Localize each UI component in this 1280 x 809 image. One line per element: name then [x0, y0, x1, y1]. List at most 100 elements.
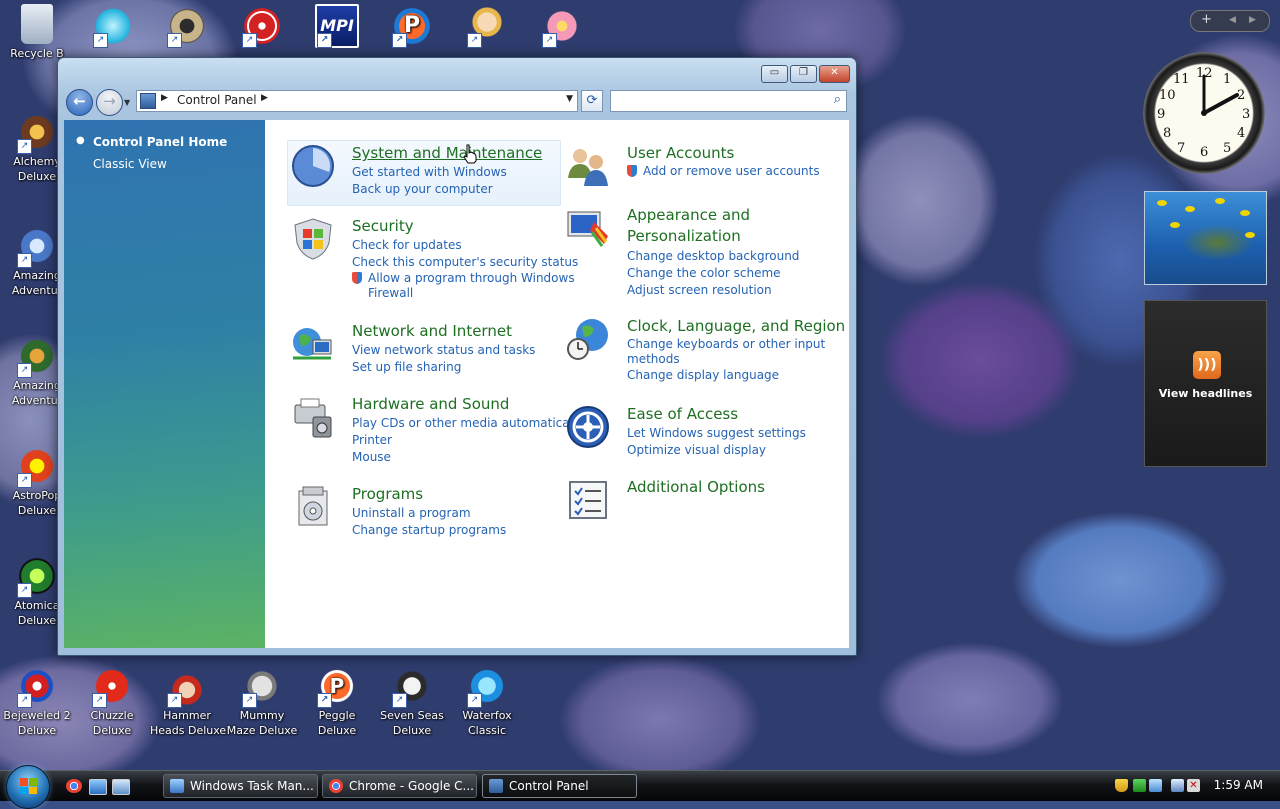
firewall-link-continued[interactable]: Firewall — [352, 286, 578, 301]
desktop-icon-hammer-heads[interactable]: ↗ Hammer Heads Deluxe — [150, 666, 227, 738]
control-panel-home-link[interactable]: Control Panel Home — [93, 135, 227, 149]
shortcut-arrow-icon: ↗ — [17, 473, 32, 488]
desktop-icon-seven-seas[interactable]: ↗ Seven Seas Deluxe — [375, 666, 449, 738]
uac-shield-icon — [352, 272, 362, 284]
add-gadget-button[interactable]: + — [1201, 11, 1212, 29]
allow-program-firewall-link[interactable]: Allow a program through Windows — [352, 271, 578, 286]
desktop-icon-chuzzle[interactable]: ↗ Chuzzle Deluxe — [75, 666, 149, 738]
maximize-button[interactable]: ❐ — [790, 65, 817, 83]
prev-gadget-icon[interactable]: ◀ — [1229, 11, 1236, 29]
slideshow-gadget[interactable] — [1144, 191, 1267, 285]
desktop-icon-p-logo[interactable]: P ↗ — [375, 6, 449, 48]
security-link[interactable]: Security — [352, 217, 414, 236]
address-dropdown-icon[interactable]: ▼ — [566, 94, 573, 104]
back-up-link[interactable]: Back up your computer — [352, 181, 507, 198]
check-for-updates-link[interactable]: Check for updates — [352, 237, 578, 254]
shortcut-arrow-icon: ↗ — [542, 33, 557, 48]
start-button[interactable] — [6, 765, 50, 809]
ease-of-access-link[interactable]: Ease of Access — [627, 405, 738, 424]
feed-headlines-gadget[interactable]: ))) View headlines — [1144, 300, 1267, 467]
category-links: Uninstall a program Change startup progr… — [352, 505, 506, 539]
classic-view-link[interactable]: Classic View — [93, 157, 167, 171]
category-view: System and Maintenance Get started with … — [265, 120, 849, 648]
show-desktop-icon[interactable] — [89, 779, 107, 795]
appearance-personalization-icon — [567, 211, 608, 247]
desktop-icon-peggle[interactable]: P ↗ Peggle Deluxe — [300, 666, 374, 738]
desktop-icon-recycle-bin[interactable]: Recycle B — [0, 4, 74, 61]
diamond-icon: ↗ — [93, 6, 133, 48]
change-keyboards-link[interactable]: Change keyboards or other input — [627, 337, 825, 352]
color-scheme-link[interactable]: Change the color scheme — [627, 265, 799, 282]
breadcrumb-separator-icon[interactable]: ▶ — [161, 93, 168, 103]
appearance-personalization-link-2[interactable]: Personalization — [627, 227, 741, 246]
programs-link[interactable]: Programs — [352, 485, 423, 504]
ease-of-access-icon — [567, 406, 609, 448]
recent-pages-dropdown[interactable]: ▼ — [124, 98, 130, 107]
display-tray-icon[interactable] — [1171, 779, 1184, 792]
additional-options-link[interactable]: Additional Options — [627, 478, 765, 497]
next-gadget-icon[interactable]: ▶ — [1249, 11, 1256, 29]
back-button[interactable]: ← — [66, 89, 93, 116]
hardware-sound-link[interactable]: Hardware and Sound — [352, 395, 509, 414]
clock-language-region-link[interactable]: Clock, Language, and Region — [627, 317, 845, 336]
system-clock[interactable]: 1:59 AM — [1214, 778, 1263, 792]
peggle-icon: P ↗ — [317, 666, 357, 708]
system-maintenance-link[interactable]: System and Maintenance — [352, 144, 542, 163]
volume-muted-tray-icon[interactable]: ✕ — [1187, 779, 1200, 792]
shortcut-arrow-icon: ↗ — [17, 693, 32, 708]
desktop-icon-flower[interactable]: ↗ — [525, 6, 599, 48]
search-box[interactable]: ⌕ — [610, 90, 847, 112]
mouse-link[interactable]: Mouse — [352, 449, 583, 466]
add-remove-accounts-link[interactable]: Add or remove user accounts — [627, 164, 820, 179]
desktop-icon-radiation[interactable]: ↗ — [225, 6, 299, 48]
view-network-status-link[interactable]: View network status and tasks — [352, 342, 535, 359]
network-tray-icon[interactable] — [1149, 779, 1162, 792]
taskbar-button-task-manager[interactable]: Windows Task Man... — [163, 774, 318, 798]
shortcut-arrow-icon: ↗ — [93, 33, 108, 48]
desktop-icon-label: Heads Deluxe — [150, 724, 227, 737]
uninstall-program-link[interactable]: Uninstall a program — [352, 505, 506, 522]
gadget-toolbar[interactable]: + ◀ ▶ — [1190, 10, 1270, 32]
user-accounts-link[interactable]: User Accounts — [627, 144, 734, 163]
change-keyboards-link-continued[interactable]: methods — [627, 352, 825, 367]
suggest-settings-link[interactable]: Let Windows suggest settings — [627, 425, 806, 442]
desktop-icon-bejeweled[interactable]: ↗ Bejeweled 2 Deluxe — [0, 666, 74, 738]
battery-tray-icon[interactable] — [1133, 779, 1146, 792]
taskbar: Windows Task Man... Chrome - Google C...… — [0, 765, 1280, 809]
shortcut-arrow-icon: ↗ — [467, 33, 482, 48]
security-status-link[interactable]: Check this computer's security status — [352, 254, 578, 271]
control-panel-window[interactable]: ▭ ❐ ✕ ← → ▼ ▶ Control Panel ▶ ▼ ⟳ ⌕ ● Co… — [57, 57, 857, 656]
address-bar[interactable]: ▶ Control Panel ▶ ▼ — [136, 90, 578, 112]
appearance-personalization-link-1[interactable]: Appearance and — [627, 206, 750, 225]
taskbar-button-chrome[interactable]: Chrome - Google C... — [322, 774, 477, 798]
taskbar-button-control-panel[interactable]: Control Panel — [482, 774, 637, 798]
minimize-button[interactable]: ▭ — [761, 65, 788, 83]
desktop-icon-diamond[interactable]: ↗ — [76, 6, 150, 48]
get-started-link[interactable]: Get started with Windows — [352, 164, 507, 181]
optimize-visual-display-link[interactable]: Optimize visual display — [627, 442, 806, 459]
printer-link[interactable]: Printer — [352, 432, 583, 449]
desktop-icon-fairy[interactable]: ↗ — [450, 6, 524, 48]
search-icon[interactable]: ⌕ — [834, 92, 841, 107]
desktop-icon-mpi[interactable]: MPI ↗ — [300, 4, 374, 50]
file-sharing-link[interactable]: Set up file sharing — [352, 359, 535, 376]
autoplay-link[interactable]: Play CDs or other media automatically — [352, 415, 583, 432]
breadcrumb-control-panel[interactable]: Control Panel — [177, 93, 257, 107]
desktop-icon-mummy-maze[interactable]: ↗ Mummy Maze Deluxe — [225, 666, 299, 738]
screen-resolution-link[interactable]: Adjust screen resolution — [627, 282, 799, 299]
desktop-icon-gear[interactable]: ↗ — [150, 6, 224, 48]
breadcrumb-separator-icon[interactable]: ▶ — [261, 93, 268, 103]
desktop-icon-waterfox[interactable]: ↗ Waterfox Classic — [450, 666, 524, 738]
clock-hands-icon — [1201, 74, 1239, 116]
desktop-background-link[interactable]: Change desktop background — [627, 248, 799, 265]
forward-button[interactable]: → — [96, 89, 123, 116]
close-button[interactable]: ✕ — [819, 65, 850, 83]
search-input[interactable] — [615, 91, 824, 111]
startup-programs-link[interactable]: Change startup programs — [352, 522, 506, 539]
switch-windows-icon[interactable] — [112, 779, 130, 795]
display-language-link[interactable]: Change display language — [627, 367, 825, 384]
network-internet-link[interactable]: Network and Internet — [352, 322, 512, 341]
chrome-quicklaunch-icon[interactable] — [66, 779, 82, 793]
refresh-button[interactable]: ⟳ — [581, 90, 603, 112]
security-shield-tray-icon[interactable] — [1115, 779, 1128, 792]
